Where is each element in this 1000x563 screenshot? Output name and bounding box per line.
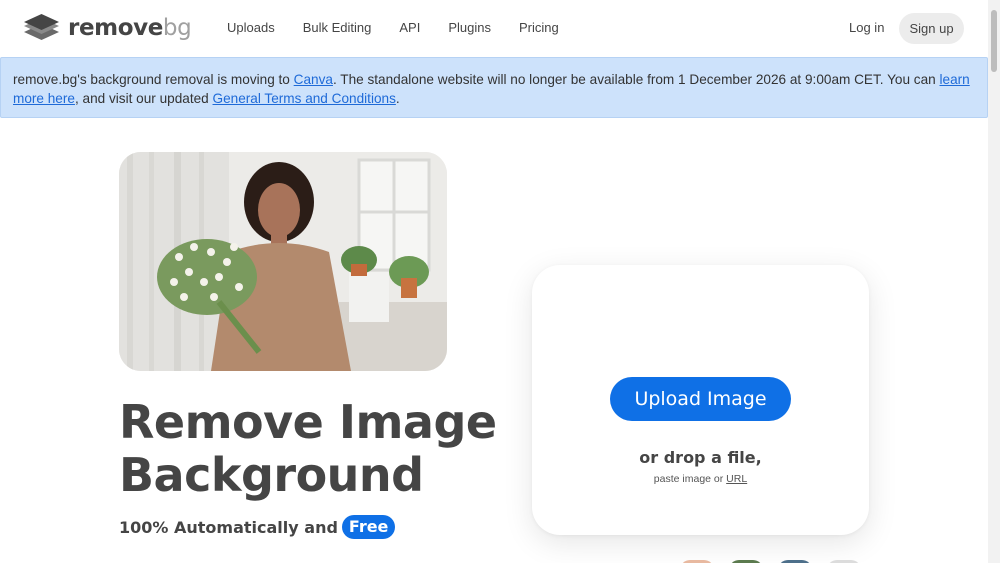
upload-image-button[interactable]: Upload Image: [610, 377, 791, 421]
canva-link[interactable]: Canva: [294, 72, 333, 87]
scrollbar-thumb[interactable]: [991, 10, 997, 72]
site-header: removebg Uploads Bulk Editing API Plugin…: [0, 0, 988, 57]
logo-text: removebg: [68, 15, 192, 41]
upload-dropzone[interactable]: Upload Image or drop a file, paste image…: [532, 265, 869, 535]
layered-diamond-logo-icon: [24, 14, 59, 40]
banner-text-3: , and visit our updated: [74, 91, 213, 106]
hero-subline: 100% Automatically and Free: [119, 515, 396, 539]
hero-image: [119, 152, 447, 371]
free-badge: Free: [341, 515, 396, 539]
drop-file-text: or drop a file,: [639, 448, 762, 467]
nav-api[interactable]: API: [399, 20, 420, 36]
main-nav: Uploads Bulk Editing API Plugins Pricing: [213, 20, 573, 36]
headline-line-2: Background: [119, 448, 424, 502]
nav-uploads[interactable]: Uploads: [227, 20, 275, 36]
logo[interactable]: removebg: [24, 14, 192, 42]
paste-hint-text: paste image or: [653, 473, 727, 485]
subline-text: 100% Automatically and: [119, 517, 338, 537]
signup-button[interactable]: Sign up: [899, 13, 964, 44]
paste-hint: paste image or URL: [532, 473, 869, 485]
nav-bulk-editing[interactable]: Bulk Editing: [303, 20, 372, 36]
terms-link[interactable]: General Terms and Conditions: [213, 91, 396, 106]
nav-pricing[interactable]: Pricing: [519, 20, 559, 36]
banner-text-2: . The standalone website will no longer …: [332, 72, 940, 87]
announcement-banner: remove.bg's background removal is moving…: [0, 57, 988, 118]
paste-url-link[interactable]: URL: [726, 473, 747, 485]
banner-text-1: remove.bg's background removal is moving…: [13, 72, 294, 87]
page-title: Remove Image Background: [119, 396, 519, 502]
nav-plugins[interactable]: Plugins: [448, 20, 491, 36]
login-link[interactable]: Log in: [849, 20, 884, 36]
headline-line-1: Remove Image: [119, 395, 497, 449]
page-scrollbar[interactable]: [988, 0, 1000, 563]
banner-text-4: .: [395, 91, 400, 106]
